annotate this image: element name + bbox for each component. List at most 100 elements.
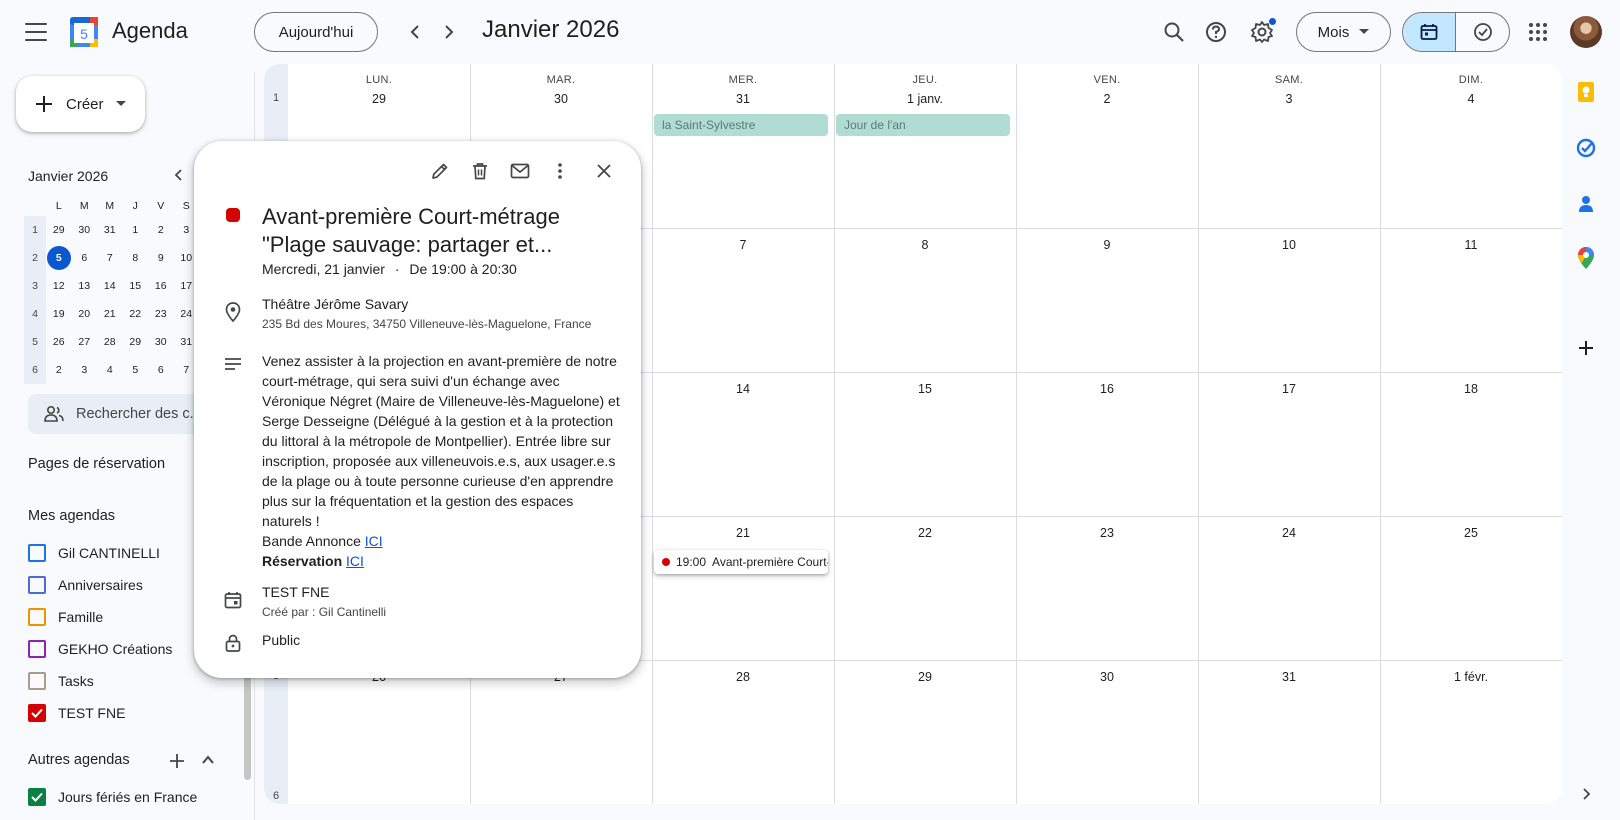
mini-day[interactable]: 7	[97, 252, 123, 264]
day-number[interactable]: 1 févr.	[1380, 670, 1562, 684]
day-number[interactable]: 21	[652, 526, 834, 540]
calendar-list-item[interactable]: Gil CANTINELLI	[28, 544, 160, 562]
event-location-address[interactable]: 235 Bd des Moures, 34750 Villeneuve-lès-…	[262, 317, 591, 331]
day-number[interactable]: 31	[1198, 670, 1380, 684]
day-number[interactable]: 30	[1016, 670, 1198, 684]
day-number[interactable]: 8	[834, 238, 1016, 252]
mini-day[interactable]: 15	[123, 280, 149, 292]
keep-button[interactable]	[1574, 80, 1598, 104]
day-number[interactable]: 18	[1380, 382, 1562, 396]
maps-button[interactable]	[1574, 246, 1598, 270]
mini-week-number[interactable]: 4	[24, 300, 46, 328]
mini-day[interactable]: 29	[46, 224, 72, 236]
view-selector[interactable]: Mois	[1296, 12, 1391, 52]
calendar-checkbox[interactable]	[28, 544, 46, 562]
day-number[interactable]: 15	[834, 382, 1016, 396]
edit-event-button[interactable]	[424, 155, 456, 187]
calendar-checkbox[interactable]	[28, 672, 46, 690]
next-period-button[interactable]	[432, 16, 464, 48]
day-number[interactable]: 7	[652, 238, 834, 252]
mini-day[interactable]: 30	[72, 224, 98, 236]
mini-day[interactable]: 19	[46, 308, 72, 320]
mini-calendar-prev-button[interactable]	[172, 168, 188, 184]
calendar-checkbox[interactable]	[28, 704, 46, 722]
day-number[interactable]: 29	[834, 670, 1016, 684]
mini-week-number[interactable]: 1	[24, 216, 46, 244]
settings-button[interactable]	[1246, 16, 1278, 48]
account-avatar[interactable]	[1570, 16, 1602, 48]
event-location-name[interactable]: Théâtre Jérôme Savary	[262, 296, 408, 312]
day-number[interactable]: 17	[1198, 382, 1380, 396]
day-number[interactable]: 30	[470, 92, 652, 106]
previous-period-button[interactable]	[400, 16, 432, 48]
mini-day[interactable]: 16	[148, 280, 174, 292]
day-number[interactable]: 22	[834, 526, 1016, 540]
day-number[interactable]: 9	[1016, 238, 1198, 252]
day-number[interactable]: 31	[652, 92, 834, 106]
mini-day[interactable]: 29	[123, 336, 149, 348]
help-button[interactable]	[1200, 16, 1232, 48]
trailer-link[interactable]: ICI	[365, 533, 383, 549]
mini-day[interactable]: 3	[72, 364, 98, 376]
day-number[interactable]: 24	[1198, 526, 1380, 540]
mini-day[interactable]: 28	[97, 336, 123, 348]
calendar-checkbox[interactable]	[28, 640, 46, 658]
mini-day[interactable]: 2	[46, 364, 72, 376]
calendar-checkbox[interactable]	[28, 788, 46, 806]
email-guests-button[interactable]	[504, 155, 536, 187]
day-number[interactable]: 11	[1380, 238, 1562, 252]
day-number[interactable]: 14	[652, 382, 834, 396]
mini-day[interactable]: 5	[46, 246, 72, 270]
mini-day[interactable]: 22	[123, 308, 149, 320]
mini-day[interactable]: 30	[148, 336, 174, 348]
calendar-list-item[interactable]: Jours fériés en France	[28, 788, 197, 806]
collapse-other-calendars-button[interactable]	[200, 752, 220, 772]
calendar-view-button[interactable]	[1403, 13, 1457, 51]
mini-day[interactable]: 8	[123, 252, 149, 264]
holiday-event[interactable]: la Saint-Sylvestre	[654, 114, 828, 136]
my-calendars-heading[interactable]: Mes agendas	[28, 508, 115, 524]
search-button[interactable]	[1158, 16, 1190, 48]
tasks-button[interactable]	[1574, 136, 1598, 160]
mini-day[interactable]: 23	[148, 308, 174, 320]
mini-day[interactable]: 12	[46, 280, 72, 292]
mini-week-number[interactable]: 2	[24, 244, 46, 272]
booking-link[interactable]: ICI	[346, 553, 364, 569]
calendar-list-item[interactable]: Anniversaires	[28, 576, 143, 594]
add-other-calendar-button[interactable]	[168, 752, 188, 772]
week-number[interactable]: 6	[264, 790, 288, 802]
week-number[interactable]: 1	[264, 92, 288, 104]
calendar-list-item[interactable]: GEKHO Créations	[28, 640, 172, 658]
event-chip[interactable]: 19:00 Avant-première Court-métrage	[654, 550, 828, 574]
calendar-logo-icon[interactable]: 5	[68, 15, 100, 49]
day-number[interactable]: 23	[1016, 526, 1198, 540]
mini-day[interactable]: 20	[72, 308, 98, 320]
contacts-button[interactable]	[1574, 192, 1598, 216]
day-number[interactable]: 28	[652, 670, 834, 684]
mini-day[interactable]: 1	[123, 224, 149, 236]
mini-day[interactable]: 13	[72, 280, 98, 292]
day-number[interactable]: 4	[1380, 92, 1562, 106]
mini-day[interactable]: 6	[148, 364, 174, 376]
day-number[interactable]: 3	[1198, 92, 1380, 106]
other-calendars-heading[interactable]: Autres agendas	[28, 752, 130, 768]
day-number[interactable]: 25	[1380, 526, 1562, 540]
apps-launcher-button[interactable]	[1522, 16, 1554, 48]
day-number[interactable]: 2	[1016, 92, 1198, 106]
calendar-checkbox[interactable]	[28, 576, 46, 594]
main-menu-button[interactable]	[22, 19, 50, 45]
mini-week-number[interactable]: 3	[24, 272, 46, 300]
add-addon-button[interactable]	[1574, 336, 1598, 360]
mini-day[interactable]: 14	[97, 280, 123, 292]
day-number[interactable]: 16	[1016, 382, 1198, 396]
calendar-list-item[interactable]: TEST FNE	[28, 704, 125, 722]
mini-day[interactable]: 26	[46, 336, 72, 348]
calendar-checkbox[interactable]	[28, 608, 46, 626]
close-popover-button[interactable]	[588, 155, 620, 187]
mini-day[interactable]: 21	[97, 308, 123, 320]
calendar-list-item[interactable]: Famille	[28, 608, 103, 626]
calendar-list-item[interactable]: Tasks	[28, 672, 94, 690]
delete-event-button[interactable]	[464, 155, 496, 187]
mini-week-number[interactable]: 6	[24, 356, 46, 384]
mini-day[interactable]: 9	[148, 252, 174, 264]
